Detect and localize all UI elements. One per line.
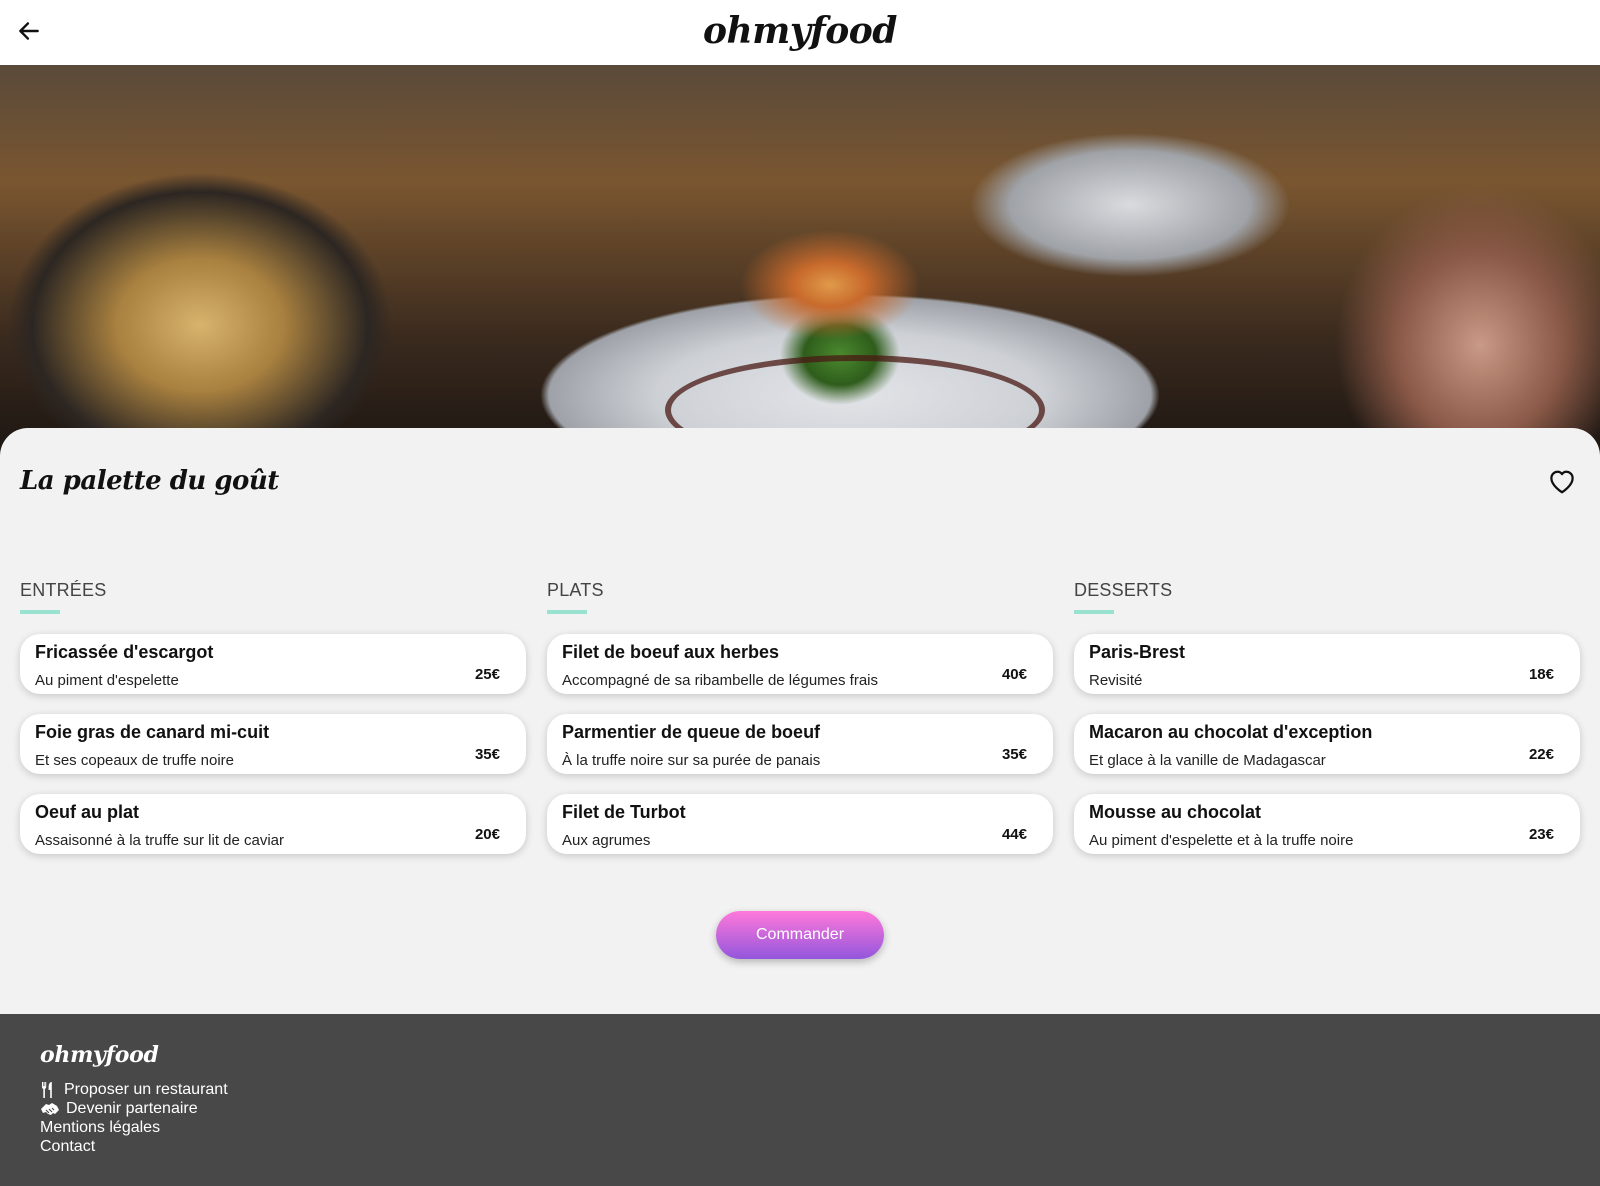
- dish-card[interactable]: Foie gras de canard mi-cuit Et ses copea…: [20, 714, 526, 774]
- dish-description: Au piment d'espelette: [35, 672, 179, 689]
- dish-price: 18€: [1528, 666, 1554, 683]
- menu-section-desserts: DESSERTS Paris-Brest Revisité 18€ Macaro…: [1074, 580, 1580, 874]
- hero-image: [0, 65, 1600, 455]
- dish-description: Accompagné de sa ribambelle de légumes f…: [562, 672, 879, 689]
- footer-link-legal[interactable]: Mentions légales: [40, 1118, 228, 1137]
- footer-link-label: Devenir partenaire: [66, 1099, 198, 1117]
- footer-link-propose-restaurant[interactable]: Proposer un restaurant: [40, 1080, 228, 1099]
- menu-section-plats: PLATS Filet de boeuf aux herbes Accompag…: [547, 580, 1053, 874]
- dish-name: Parmentier de queue de boeuf: [562, 722, 821, 742]
- dish-name: Oeuf au plat: [35, 802, 140, 822]
- dish-card[interactable]: Mousse au chocolat Au piment d'espelette…: [1074, 794, 1580, 854]
- dish-card[interactable]: Oeuf au plat Assaisonné à la truffe sur …: [20, 794, 526, 854]
- footer-link-label: Proposer un restaurant: [64, 1080, 228, 1098]
- dish-price: 35€: [1001, 746, 1027, 763]
- handshake-icon: [41, 1102, 59, 1115]
- dish-card[interactable]: Parmentier de queue de boeuf À la truffe…: [547, 714, 1053, 774]
- dish-price: 35€: [474, 746, 500, 763]
- dish-description: Au piment d'espelette et à la truffe noi…: [1089, 832, 1354, 849]
- dish-price: 44€: [1001, 826, 1027, 843]
- dish-description: Et ses copeaux de truffe noire: [35, 752, 235, 769]
- dish-description: Assaisonné à la truffe sur lit de caviar: [35, 832, 285, 849]
- footer-links: Proposer un restaurant Devenir partenair…: [40, 1080, 228, 1156]
- utensils-icon: [42, 1081, 52, 1098]
- footer-logo[interactable]: ohmyfood: [40, 1042, 159, 1068]
- app-logo[interactable]: ohmyfood: [0, 10, 1600, 52]
- dish-price: 25€: [474, 666, 500, 683]
- top-bar: ohmyfood: [0, 0, 1600, 65]
- dish-price: 40€: [1001, 666, 1027, 683]
- footer-link-become-partner[interactable]: Devenir partenaire: [40, 1099, 228, 1118]
- dish-card[interactable]: Filet de boeuf aux herbes Accompagné de …: [547, 634, 1053, 694]
- dish-name: Foie gras de canard mi-cuit: [35, 722, 270, 742]
- dish-price: 23€: [1528, 826, 1554, 843]
- order-button[interactable]: Commander: [716, 911, 884, 959]
- dish-card[interactable]: Fricassée d'escargot Au piment d'espelet…: [20, 634, 526, 694]
- footer-link-label: Contact: [40, 1137, 96, 1155]
- restaurant-name: La palette du goût: [20, 466, 279, 496]
- footer: ohmyfood Proposer un restaurant Devenir …: [0, 1014, 1600, 1186]
- footer-link-contact[interactable]: Contact: [40, 1137, 228, 1156]
- footer-link-label: Mentions légales: [40, 1118, 161, 1136]
- dish-name: Macaron au chocolat d'exception: [1089, 722, 1373, 742]
- section-underline: [547, 610, 587, 614]
- section-heading: DESSERTS: [1074, 580, 1173, 600]
- dish-description: Et glace à la vanille de Madagascar: [1089, 752, 1326, 769]
- menu-section-entrees: ENTRÉES Fricassée d'escargot Au piment d…: [20, 580, 526, 874]
- dish-price: 20€: [474, 826, 500, 843]
- dish-name: Paris-Brest: [1089, 642, 1186, 662]
- dish-description: Revisité: [1089, 672, 1143, 689]
- dish-card[interactable]: Macaron au chocolat d'exception Et glace…: [1074, 714, 1580, 774]
- dish-name: Filet de boeuf aux herbes: [562, 642, 780, 662]
- dish-name: Filet de Turbot: [562, 802, 686, 822]
- dish-description: Aux agrumes: [562, 832, 651, 849]
- section-heading: ENTRÉES: [20, 580, 107, 600]
- dish-card[interactable]: Paris-Brest Revisité 18€: [1074, 634, 1580, 694]
- section-underline: [1074, 610, 1114, 614]
- section-underline: [20, 610, 60, 614]
- section-heading: PLATS: [547, 580, 604, 600]
- dish-price: 22€: [1528, 746, 1554, 763]
- dish-name: Mousse au chocolat: [1089, 802, 1262, 822]
- heart-outline-icon[interactable]: [1546, 466, 1578, 496]
- dish-name: Fricassée d'escargot: [35, 642, 214, 662]
- dish-card[interactable]: Filet de Turbot Aux agrumes 44€: [547, 794, 1053, 854]
- dish-description: À la truffe noire sur sa purée de panais: [562, 752, 821, 769]
